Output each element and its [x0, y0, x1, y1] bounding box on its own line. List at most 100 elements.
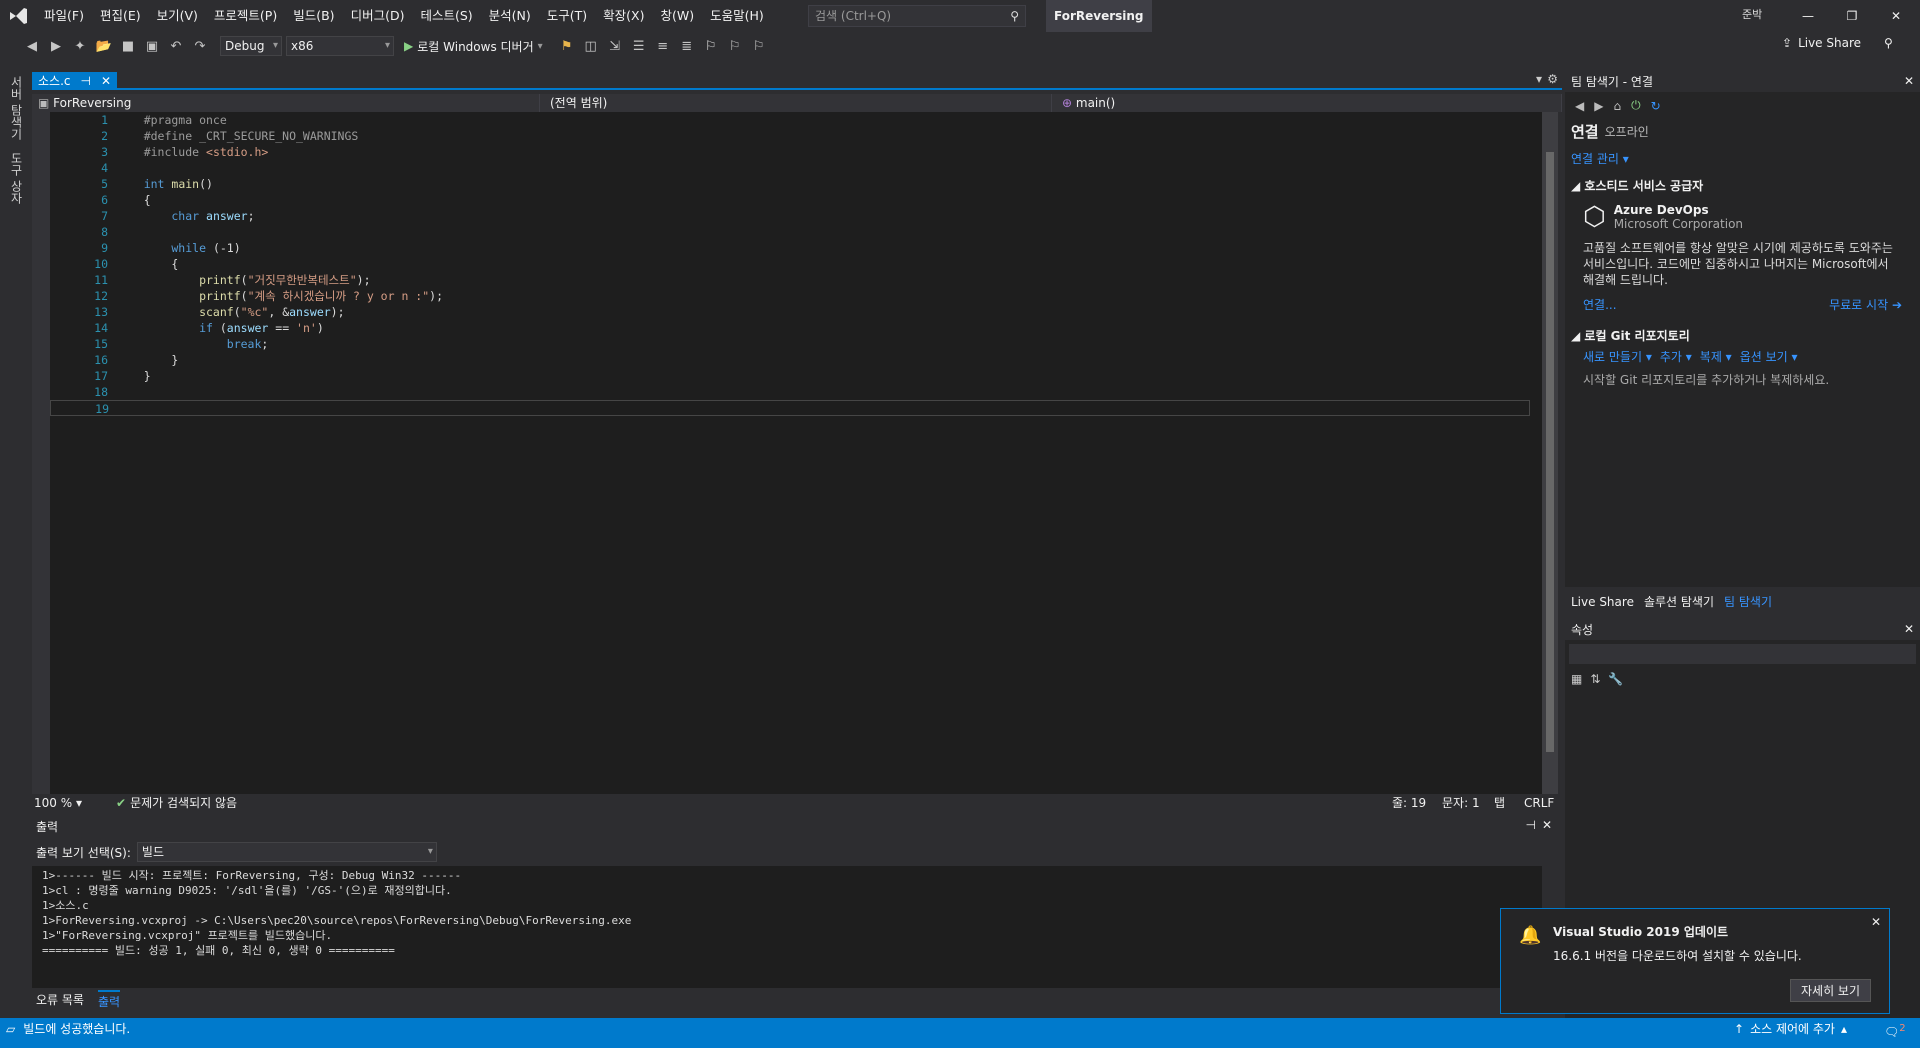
undo-icon[interactable]: ↶ — [166, 36, 186, 56]
azure-devops-entry[interactable]: ⬡ Azure DevOps Microsoft Corporation — [1565, 198, 1920, 236]
code-line[interactable]: 17 } — [50, 368, 1530, 384]
learn-more-button[interactable]: 자세히 보기 — [1789, 979, 1871, 1002]
menu-item[interactable]: 분석(N) — [481, 0, 539, 32]
menu-item[interactable]: 보기(V) — [149, 0, 206, 32]
issues-indicator[interactable]: ✔ 문제가 검색되지 않음 — [116, 794, 237, 812]
code-line[interactable]: 2 #define _CRT_SECURE_NO_WARNINGS — [50, 128, 1530, 144]
gear-icon[interactable]: ⚙ — [1547, 72, 1558, 86]
close-toast-icon[interactable]: ✕ — [1871, 915, 1881, 929]
git-action-link[interactable]: 옵션 보기 ▾ — [1740, 348, 1798, 365]
properties-object-select[interactable] — [1569, 644, 1916, 664]
tab-solution-explorer[interactable]: 솔루션 탐색기 — [1644, 592, 1714, 612]
git-action-link[interactable]: 추가 ▾ — [1660, 348, 1692, 365]
bookmark-prev-icon[interactable]: ⚐ — [725, 36, 745, 56]
forward-icon[interactable]: ▶ — [1594, 99, 1603, 113]
new-project-icon[interactable]: ✦ — [70, 36, 90, 56]
close-team-explorer-icon[interactable]: ✕ — [1904, 74, 1914, 88]
pin-panel-icon[interactable]: ⊣ — [1526, 818, 1536, 832]
tab-error-list[interactable]: 오류 목록 — [36, 990, 84, 1010]
indicator-margin[interactable] — [32, 112, 50, 794]
back-icon[interactable]: ◀ — [22, 36, 42, 56]
save-all-icon[interactable]: ▣ — [142, 36, 162, 56]
screenshot-icon[interactable]: ◫ — [581, 36, 601, 56]
uncomment-icon[interactable]: ≣ — [677, 36, 697, 56]
code-line[interactable]: 8 — [50, 224, 1530, 240]
tab-mode[interactable]: 탭 — [1494, 794, 1505, 812]
menu-item[interactable]: 도구(T) — [539, 0, 595, 32]
code-line[interactable]: 6 { — [50, 192, 1530, 208]
close-icon[interactable]: ✕ — [1874, 9, 1918, 23]
restore-icon[interactable]: ❐ — [1830, 9, 1874, 23]
notifications-icon[interactable]: 🗨2 — [1884, 1018, 1906, 1043]
code-line[interactable]: 7 char answer; — [50, 208, 1530, 224]
categorized-icon[interactable]: ▦ — [1571, 672, 1582, 686]
live-share-button[interactable]: ⇪ Live Share — [1782, 36, 1861, 50]
scrollbar-thumb[interactable] — [1546, 152, 1554, 752]
scope-select[interactable]: (전역 범위) — [544, 94, 1052, 112]
code-line[interactable]: 3 #include <stdio.h> — [50, 144, 1530, 160]
user-badge[interactable]: 준박 — [1742, 6, 1762, 22]
hosted-section-heading[interactable]: ◢ 호스티드 서비스 공급자 — [1565, 173, 1920, 198]
step-icon[interactable]: ⇲ — [605, 36, 625, 56]
editor-scrollbar[interactable] — [1542, 112, 1558, 794]
code-line[interactable]: 12 printf("계속 하시겠습니까 ? y or n :"); — [50, 288, 1530, 304]
code-line[interactable]: 4 — [50, 160, 1530, 176]
tab-live-share[interactable]: Live Share — [1571, 592, 1634, 612]
refresh-icon[interactable]: ↻ — [1651, 99, 1661, 113]
forward-icon[interactable]: ▶ — [46, 36, 66, 56]
bookmark-next-icon[interactable]: ⚐ — [749, 36, 769, 56]
tab-overflow-icon[interactable]: ▾ — [1536, 72, 1542, 86]
redo-icon[interactable]: ↷ — [190, 36, 210, 56]
home-icon[interactable]: ⌂ — [1613, 99, 1621, 113]
code-line[interactable]: 19 — [50, 400, 1530, 416]
git-action-link[interactable]: 새로 만들기 ▾ — [1583, 348, 1652, 365]
menu-item[interactable]: 도움말(H) — [702, 0, 772, 32]
code-line[interactable]: 18 — [50, 384, 1530, 400]
wrench-icon[interactable]: 🔧 — [1608, 672, 1623, 686]
minimize-icon[interactable]: — — [1786, 9, 1830, 23]
connect-link[interactable]: 연결... — [1583, 296, 1617, 313]
alphabetical-icon[interactable]: ⇅ — [1590, 672, 1600, 686]
plug-icon[interactable]: ⏻ — [1631, 98, 1641, 113]
code-line[interactable]: 10 { — [50, 256, 1530, 272]
menu-item[interactable]: 창(W) — [652, 0, 702, 32]
code-line[interactable]: 14 if (answer == 'n') — [50, 320, 1530, 336]
toolbox-tab[interactable]: 도구 상자 — [0, 146, 33, 210]
config-select[interactable]: Debug — [220, 36, 282, 56]
close-panel-icon[interactable]: ✕ — [1542, 818, 1552, 832]
menu-item[interactable]: 프로젝트(P) — [206, 0, 285, 32]
code-line[interactable]: 16 } — [50, 352, 1530, 368]
start-debug-button[interactable]: ▶ 로컬 Windows 디버거 ▾ — [404, 38, 543, 55]
code-line[interactable]: 1 #pragma once — [50, 112, 1530, 128]
output-text[interactable]: 1>------ 빌드 시작: 프로젝트: ForReversing, 구성: … — [32, 866, 1542, 988]
code-line[interactable]: 15 break; — [50, 336, 1530, 352]
menu-item[interactable]: 편집(E) — [92, 0, 149, 32]
output-source-select[interactable]: 빌드 — [136, 842, 437, 862]
source-control-button[interactable]: ↑ 소스 제어에 추가 ▴ — [1734, 1018, 1847, 1040]
back-icon[interactable]: ◀ — [1575, 99, 1584, 113]
git-action-link[interactable]: 복제 ▾ — [1700, 348, 1732, 365]
tab-source-c[interactable]: 소스.c ⊣ ✕ — [32, 72, 118, 90]
save-icon[interactable]: ■ — [118, 36, 138, 56]
search-input[interactable]: 검색 (Ctrl+Q) ⚲ — [808, 5, 1026, 27]
tab-team-explorer[interactable]: 팀 탐색기 — [1724, 592, 1772, 612]
menu-item[interactable]: 빌드(B) — [285, 0, 342, 32]
code-line[interactable]: 11 printf("거짓무한반복테스트"); — [50, 272, 1530, 288]
menu-item[interactable]: 확장(X) — [595, 0, 652, 32]
hot-reload-icon[interactable]: ⚑ — [557, 36, 577, 56]
bookmark-icon[interactable]: ⚐ — [701, 36, 721, 56]
server-explorer-tab[interactable]: 서버 탐색기 — [0, 70, 33, 146]
project-select[interactable]: ▣ ForReversing — [32, 94, 540, 112]
menu-item[interactable]: 테스트(S) — [412, 0, 480, 32]
menu-item[interactable]: 디버그(D) — [343, 0, 413, 32]
platform-select[interactable]: x86 — [286, 36, 394, 56]
free-start-link[interactable]: 무료로 시작 ➔ — [1829, 296, 1902, 313]
code-line[interactable]: 9 while (-1) — [50, 240, 1530, 256]
close-properties-icon[interactable]: ✕ — [1904, 622, 1914, 636]
open-folder-icon[interactable]: 📂 — [94, 36, 114, 56]
comment-icon[interactable]: ≡ — [653, 36, 673, 56]
zoom-select[interactable]: 100 % ▾ — [34, 794, 82, 812]
manage-connections-link[interactable]: 연결 관리 ▾ — [1565, 144, 1920, 173]
function-select[interactable]: ⊕ main() — [1056, 94, 1562, 112]
close-tab-icon[interactable]: ✕ — [101, 72, 111, 90]
